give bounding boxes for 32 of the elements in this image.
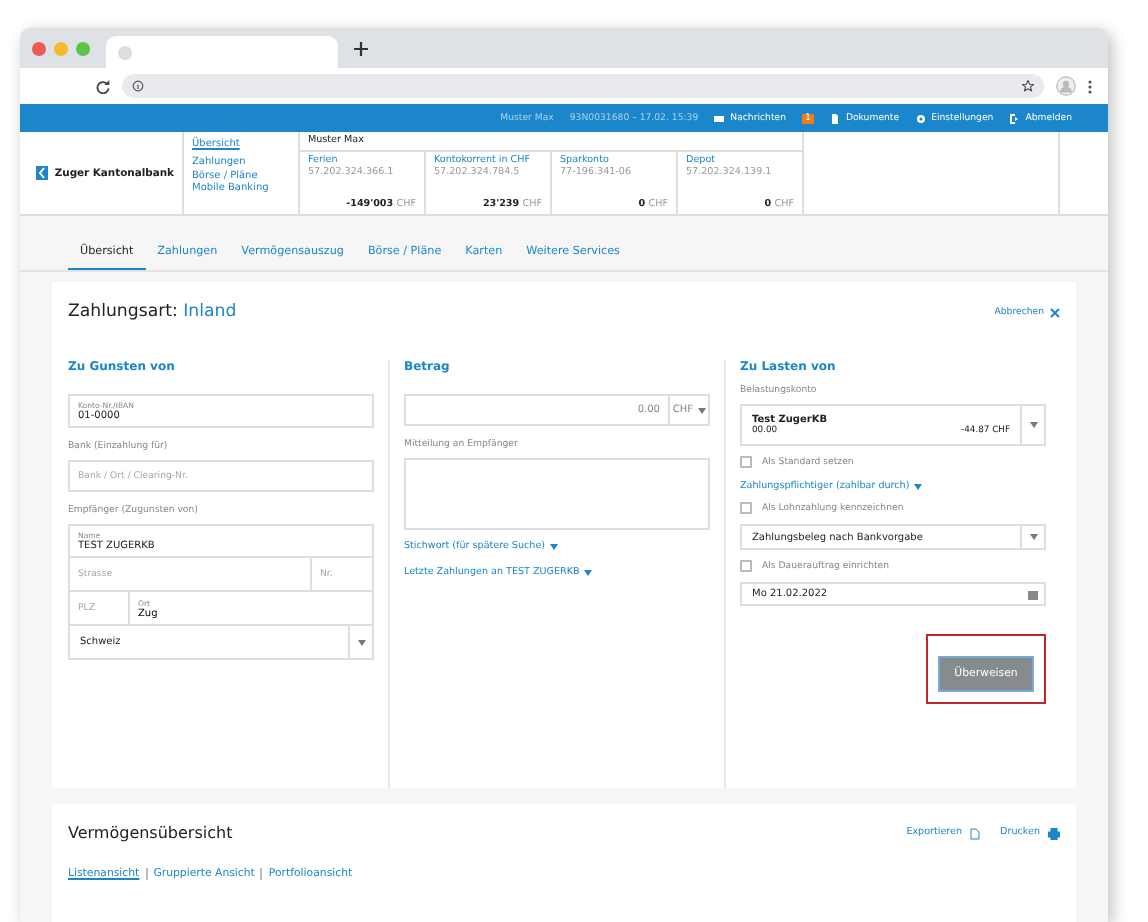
caret-icon — [357, 639, 365, 645]
print-icon — [1048, 827, 1060, 839]
maximize-icon[interactable] — [76, 41, 90, 55]
caret-icon — [583, 570, 592, 576]
close-icon — [1050, 307, 1060, 317]
checkbox[interactable] — [740, 560, 752, 572]
star-icon[interactable] — [1022, 80, 1034, 92]
logo-icon — [36, 166, 49, 180]
browser-tab[interactable] — [106, 36, 338, 68]
checkbox[interactable] — [740, 502, 752, 514]
caret-icon — [913, 484, 922, 490]
close-icon[interactable] — [32, 41, 46, 55]
calendar-icon — [1027, 589, 1037, 599]
reload-icon[interactable] — [96, 79, 110, 93]
favicon-icon — [118, 45, 132, 59]
plus-icon[interactable] — [354, 41, 368, 55]
minimize-icon[interactable] — [54, 41, 68, 55]
payment-title: Zahlungsart: Inland — [68, 302, 237, 322]
checkbox[interactable] — [740, 456, 752, 468]
document-icon — [970, 827, 981, 839]
caret-icon — [549, 544, 558, 550]
caret-icon — [1029, 534, 1037, 540]
mail-icon — [714, 113, 725, 123]
profile-icon[interactable] — [1056, 76, 1076, 96]
settings-icon — [915, 113, 926, 123]
caret-icon — [697, 407, 706, 413]
message-field[interactable] — [404, 458, 710, 530]
document-icon — [829, 113, 840, 123]
section-title: Vermögensübersicht — [68, 824, 233, 842]
logout-icon — [1009, 113, 1020, 123]
caret-icon — [1029, 422, 1037, 428]
info-icon — [132, 80, 144, 92]
